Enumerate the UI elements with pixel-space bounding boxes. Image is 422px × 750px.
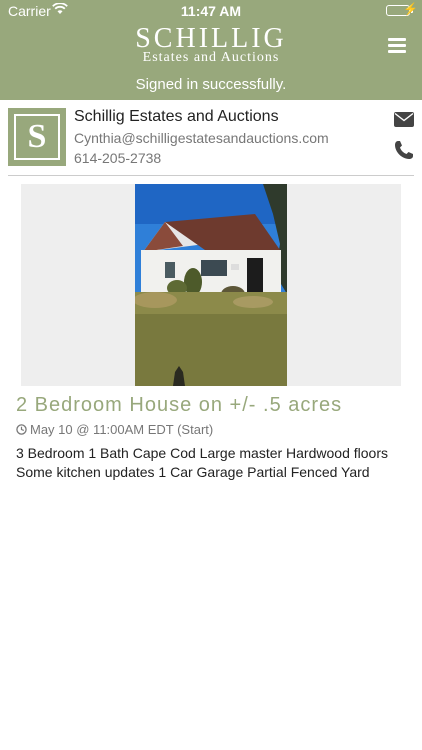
- status-bar: Carrier 11:47 AM ⚡: [0, 0, 422, 22]
- phone-icon[interactable]: [394, 140, 414, 160]
- signin-message: Signed in successfully.: [135, 76, 287, 93]
- listing-photo-frame[interactable]: [21, 184, 401, 386]
- envelope-icon[interactable]: [394, 112, 414, 127]
- listing-date: May 10 @ 11:00AM EDT (Start): [30, 422, 214, 437]
- company-phone[interactable]: 614-205-2738: [74, 150, 161, 166]
- listing-title[interactable]: 2 Bedroom House on +/- .5 acres: [16, 394, 342, 417]
- logo-name: SCHILLIG: [135, 23, 287, 54]
- app-header: Carrier 11:47 AM ⚡ SCHILLIG Estates and …: [0, 0, 422, 100]
- company-logo-letter: S: [14, 114, 60, 160]
- company-email[interactable]: Cynthia@schilligestatesandauctions.com: [74, 130, 329, 146]
- company-card: S Schillig Estates and Auctions Cynthia@…: [8, 108, 414, 174]
- listing-description: 3 Bedroom 1 Bath Cape Cod Large master H…: [16, 445, 388, 480]
- company-logo: S: [8, 108, 66, 166]
- listing-date-row: May 10 @ 11:00AM EDT (Start): [16, 422, 213, 437]
- hamburger-menu-icon[interactable]: [388, 38, 406, 53]
- company-name: Schillig Estates and Auctions: [74, 108, 279, 125]
- clock-icon: [16, 424, 27, 435]
- section-divider: [8, 175, 414, 176]
- clock-time: 11:47 AM: [180, 3, 242, 19]
- house-photo: [135, 184, 287, 386]
- charging-icon: ⚡: [403, 2, 418, 16]
- brand-logo[interactable]: SCHILLIG Estates and Auctions: [0, 23, 422, 66]
- logo-subtitle: Estates and Auctions: [142, 50, 280, 65]
